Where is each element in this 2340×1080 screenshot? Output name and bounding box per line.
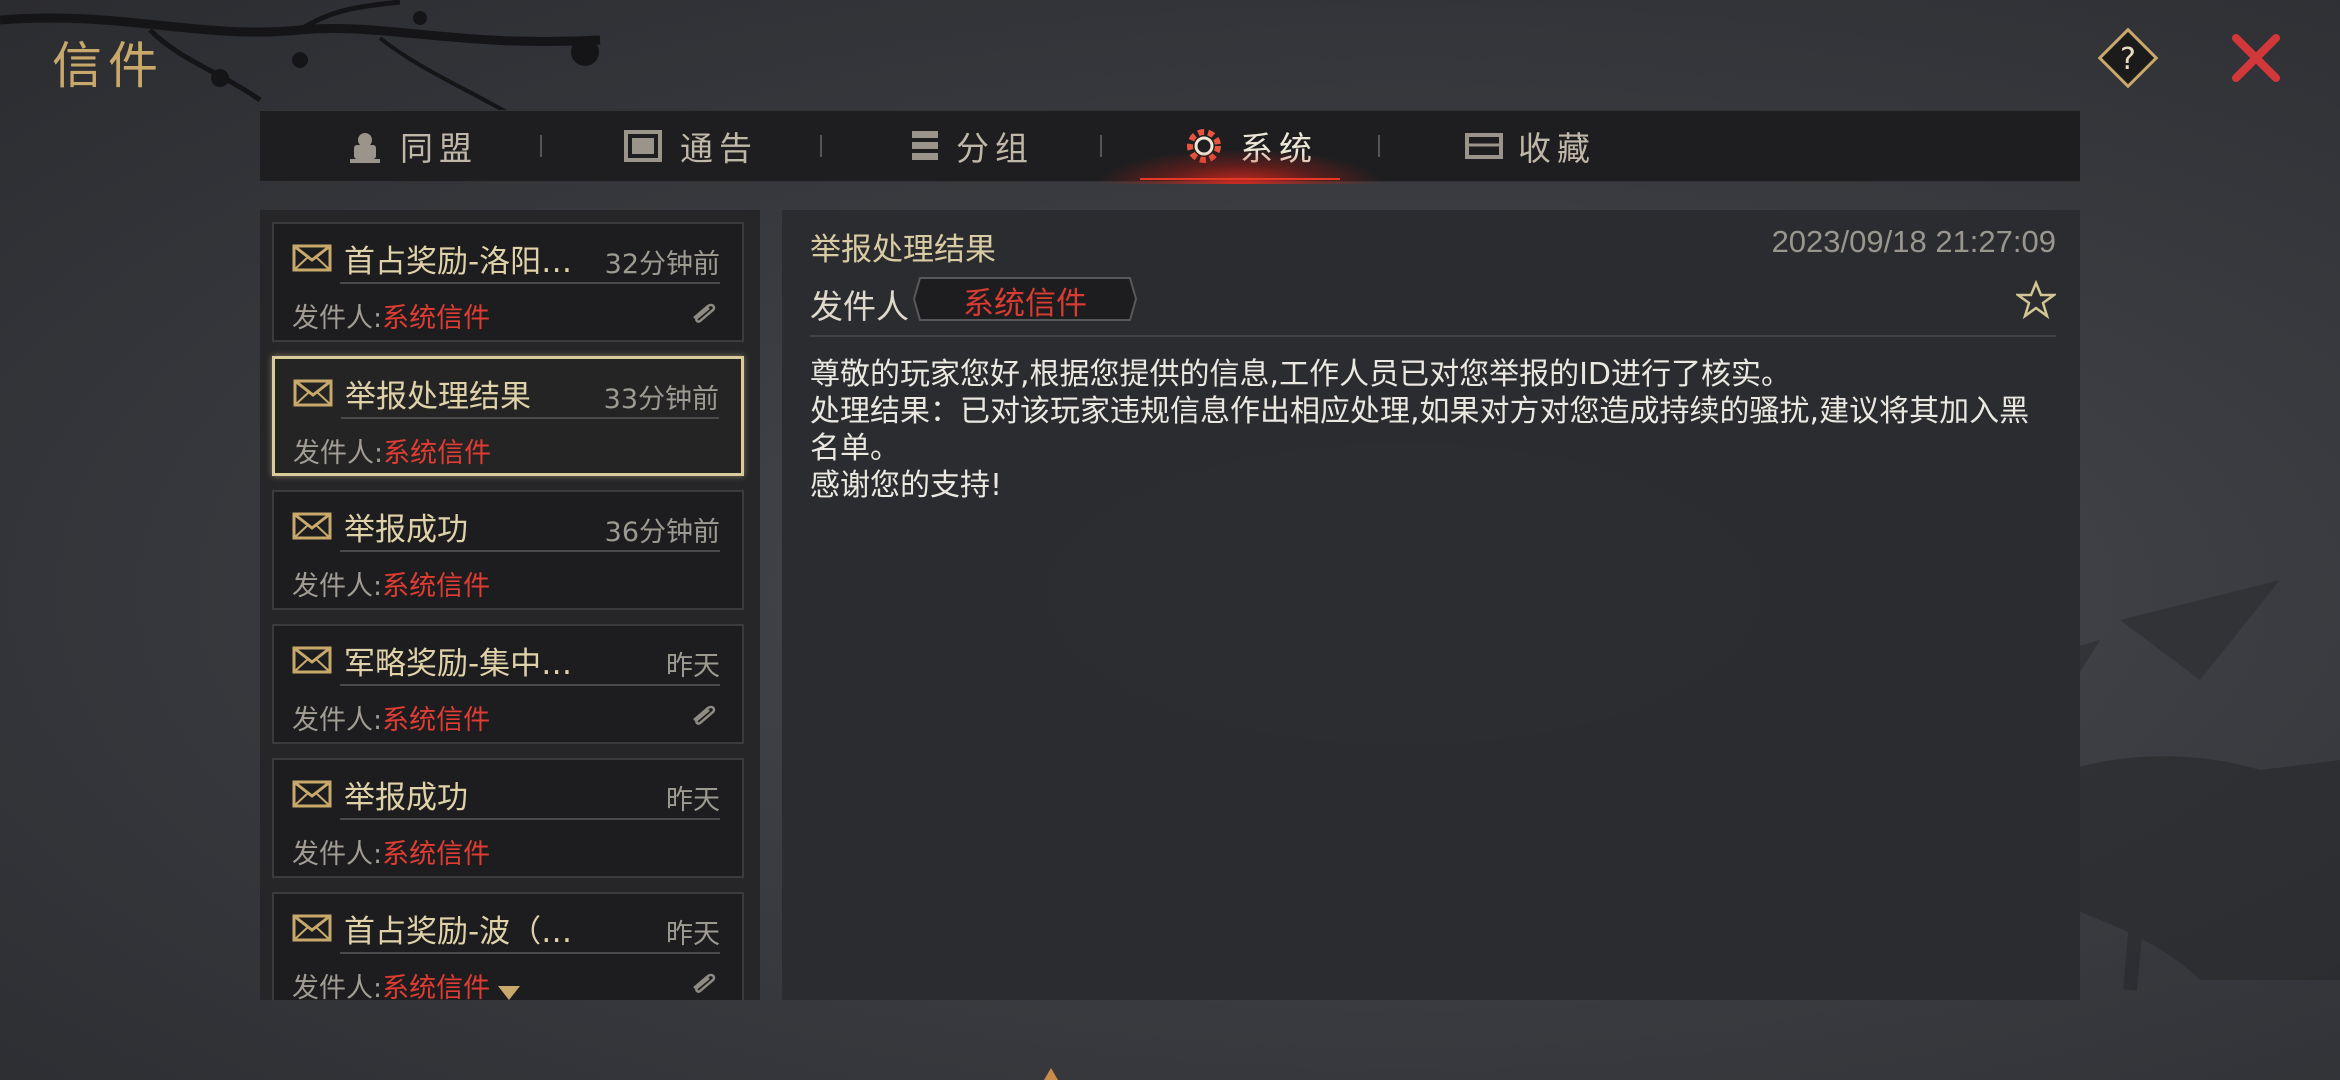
page-title: 信件 [52, 37, 164, 95]
mail-sender-row: 发件人:系统信件 [292, 303, 491, 334]
mail-item-4[interactable]: 举报成功 昨天 发件人:系统信件 [272, 758, 744, 878]
envelope-icon [292, 244, 332, 272]
question-diamond-icon: ? [2098, 28, 2158, 88]
star-outline-icon [2016, 280, 2056, 320]
mail-sender-row: 发件人:系统信件 [292, 839, 491, 870]
tab-announcement[interactable]: 通告 [622, 111, 758, 181]
mail-sender: 系统信件 [383, 438, 492, 469]
mail-sender: 系统信件 [382, 571, 491, 602]
mail-time: 昨天 [666, 651, 720, 682]
mail-detail-panel: 举报处理结果 2023/09/18 21:27:09 发件人 系统信件 尊敬的玩… [782, 210, 2080, 1000]
attachment-clip-icon [693, 705, 716, 725]
mail-sender: 系统信件 [382, 973, 491, 1000]
mail-item-1[interactable]: 举报处理结果 33分钟前 发件人:系统信件 [272, 356, 744, 476]
active-tab-underline [1140, 178, 1340, 180]
mail-subject: 首占奖励-波（… [344, 914, 573, 950]
mail-subject: 举报处理结果 [345, 379, 531, 415]
mail-item-5[interactable]: 首占奖励-波（… 昨天 发件人:系统信件 [272, 892, 744, 1000]
mail-item-3[interactable]: 军略奖励-集中… 昨天 发件人:系统信件 [272, 624, 744, 744]
tab-group[interactable]: 分组 [908, 111, 1034, 181]
envelope-icon [292, 780, 332, 808]
mail-time: 33分钟前 [603, 384, 719, 415]
tab-alliance[interactable]: 同盟 [344, 111, 478, 181]
mail-item-0[interactable]: 首占奖励-洛阳… 32分钟前 发件人:系统信件 [272, 222, 744, 342]
mail-sender: 系统信件 [382, 303, 491, 334]
mail-time: 昨天 [666, 785, 720, 816]
favorite-button[interactable] [2016, 280, 2056, 320]
mail-sender: 系统信件 [382, 705, 491, 736]
mail-subject: 举报成功 [344, 780, 468, 816]
tab-favorites[interactable]: 收藏 [1464, 111, 1596, 181]
attachment-clip-icon [693, 303, 716, 323]
close-x-icon [2232, 34, 2280, 82]
mail-subject: 举报成功 [344, 512, 468, 548]
mail-sender-row: 发件人:系统信件 [293, 438, 492, 469]
announcement-icon [624, 130, 662, 162]
close-button[interactable] [2228, 30, 2284, 86]
mail-list[interactable]: 首占奖励-洛阳… 32分钟前 发件人:系统信件 举报处理结果 33分钟前 发件人… [260, 210, 760, 1000]
mail-subject: 军略奖励-集中… [344, 646, 573, 682]
tab-group-label: 分组 [956, 129, 1034, 168]
mail-item-2[interactable]: 举报成功 36分钟前 发件人:系统信件 [272, 490, 744, 610]
tab-alliance-label: 同盟 [400, 129, 478, 168]
mail-sender: 系统信件 [382, 839, 491, 870]
favorites-chest-icon [1465, 133, 1503, 159]
mail-sender-row: 发件人:系统信件 [292, 705, 491, 736]
mail-time: 36分钟前 [604, 517, 720, 548]
svg-text:?: ? [2120, 42, 2136, 77]
detail-body: 尊敬的玩家您好,根据您提供的信息,工作人员已对您举报的ID进行了核实。 处理结果… [810, 357, 2030, 503]
detail-subject: 举报处理结果 [810, 232, 996, 268]
mail-sender-row: 发件人:系统信件 [292, 571, 491, 602]
detail-sender-label: 发件人 [810, 287, 909, 326]
ember-decoration [1044, 1068, 1058, 1080]
tab-favorites-label: 收藏 [1518, 129, 1596, 168]
scroll-down-arrow-icon[interactable] [498, 986, 520, 1000]
envelope-icon [292, 914, 332, 942]
mail-subject: 首占奖励-洛阳… [344, 244, 573, 280]
envelope-icon [293, 379, 333, 407]
envelope-icon [292, 646, 332, 674]
envelope-icon [292, 512, 332, 540]
attachment-clip-icon [693, 973, 716, 993]
alliance-icon [350, 133, 380, 163]
detail-sender: 系统信件 [963, 286, 1087, 322]
detail-sender-tag: 系统信件 [912, 276, 1138, 322]
detail-date: 2023/09/18 21:27:09 [1771, 224, 2056, 259]
tab-announcement-label: 通告 [680, 129, 758, 168]
group-icon [912, 131, 938, 160]
mail-time: 32分钟前 [604, 249, 720, 280]
help-button[interactable]: ? [2098, 28, 2158, 88]
mail-sender-row: 发件人:系统信件 [292, 966, 490, 1000]
mail-time: 昨天 [666, 919, 720, 950]
